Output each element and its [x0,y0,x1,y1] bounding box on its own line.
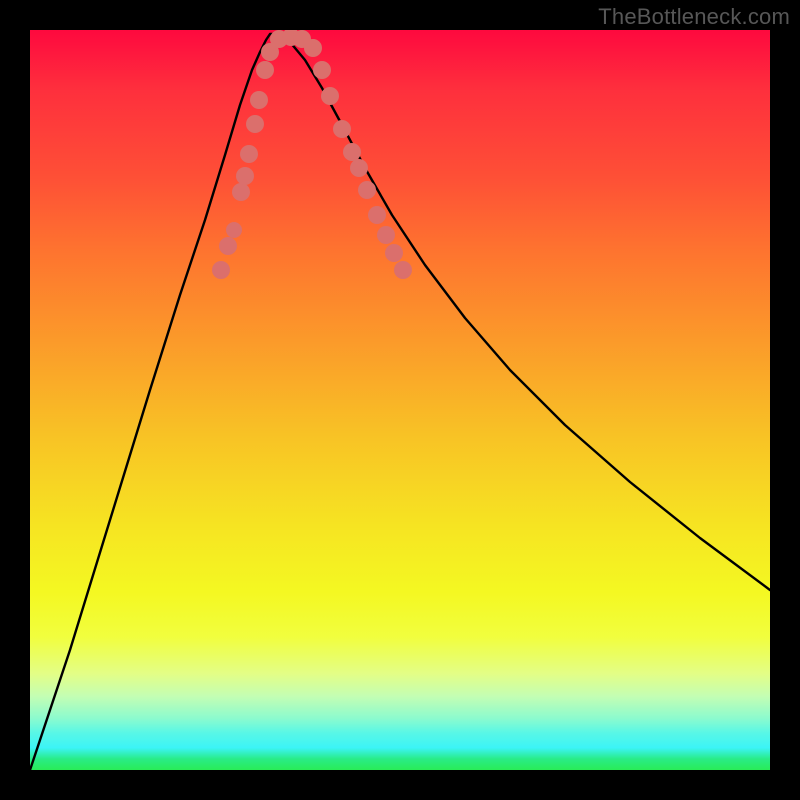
curve-marker [377,226,395,244]
curve-marker [343,143,361,161]
bottleneck-curve [30,34,770,770]
curve-marker [358,181,376,199]
curve-marker [240,145,258,163]
curve-marker [212,261,230,279]
curve-marker [368,206,386,224]
curve-marker [304,39,322,57]
curve-marker [350,159,368,177]
curve-marker [385,244,403,262]
curve-marker [219,237,237,255]
curve-markers [212,30,412,279]
curve-marker [394,261,412,279]
watermark-text: TheBottleneck.com [598,4,790,30]
curve-marker [236,167,254,185]
curve-marker [226,222,242,238]
curve-marker [256,61,274,79]
chart-stage: TheBottleneck.com [0,0,800,800]
curve-marker [246,115,264,133]
curve-marker [250,91,268,109]
curve-marker [313,61,331,79]
curve-marker [232,183,250,201]
curve-marker [333,120,351,138]
chart-svg [30,30,770,770]
curve-marker [321,87,339,105]
